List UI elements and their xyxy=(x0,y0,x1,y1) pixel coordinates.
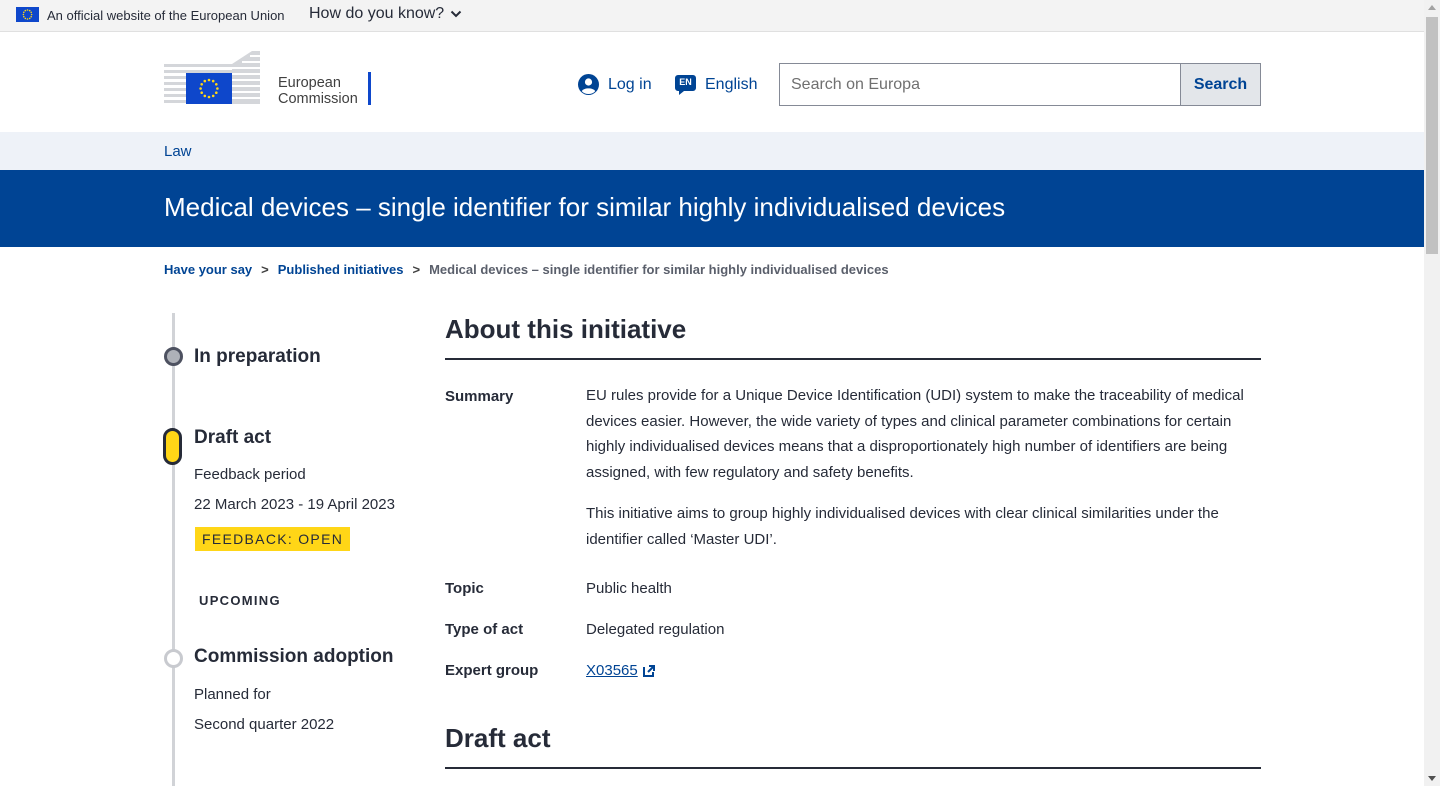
logo-divider xyxy=(368,72,371,105)
chevron-down-icon xyxy=(450,10,462,18)
external-link-icon xyxy=(642,664,655,677)
expert-group-link-text: X03565 xyxy=(586,662,638,679)
language-icon: EN xyxy=(675,74,696,95)
timeline-stage-in-preparation: In preparation xyxy=(194,346,321,367)
expert-group-link[interactable]: X03565 xyxy=(586,662,656,679)
scroll-up-arrow-icon[interactable] xyxy=(1428,5,1436,10)
european-commission-logo[interactable]: European Commission xyxy=(164,51,374,107)
timeline-stage-draft-act: Draft act xyxy=(194,427,272,448)
logo-line1: European xyxy=(278,75,341,91)
eu-official-bar: An official website of the European Unio… xyxy=(0,0,1424,32)
timeline-node-upcoming-icon xyxy=(164,649,183,668)
scrollbar[interactable] xyxy=(1424,0,1440,786)
logo-text: European Commission xyxy=(278,75,358,107)
summary-paragraph-1: EU rules provide for a Unique Device Ide… xyxy=(586,387,1244,481)
user-icon xyxy=(578,74,599,95)
breadcrumb-have-your-say[interactable]: Have your say xyxy=(164,262,252,277)
topic-value: Public health xyxy=(586,580,672,597)
timeline-node-completed-icon xyxy=(164,347,183,366)
login-label: Log in xyxy=(608,75,652,93)
timeline-line xyxy=(172,313,175,786)
official-website-text: An official website of the European Unio… xyxy=(47,8,285,23)
how-do-you-know-label: How do you know? xyxy=(309,5,445,22)
chevron-right-icon: > xyxy=(261,262,269,277)
feedback-period-dates: 22 March 2023 - 19 April 2023 xyxy=(194,496,395,513)
about-divider xyxy=(445,358,1261,360)
breadcrumb: Have your say > Published initiatives > … xyxy=(164,262,889,277)
search-input[interactable] xyxy=(779,63,1180,106)
breadcrumb-published-initiatives[interactable]: Published initiatives xyxy=(278,262,404,277)
draft-act-divider xyxy=(445,767,1261,769)
feedback-status-badge: FEEDBACK: OPEN xyxy=(195,527,351,551)
summary-paragraph-2: This initiative aims to group highly ind… xyxy=(586,505,1219,548)
page-title: Medical devices – single identifier for … xyxy=(164,192,1006,222)
language-code: EN xyxy=(679,77,692,87)
breadcrumb-current: Medical devices – single identifier for … xyxy=(429,262,889,277)
scroll-down-arrow-icon[interactable] xyxy=(1428,776,1436,781)
feedback-period-label: Feedback period xyxy=(194,466,306,483)
planned-for-label: Planned for xyxy=(194,686,271,703)
logo-wing-icon xyxy=(232,51,260,104)
logo-flag-icon xyxy=(186,73,232,104)
timeline-stage-commission-adoption: Commission adoption xyxy=(194,646,394,667)
planned-date: Second quarter 2022 xyxy=(194,716,335,733)
summary-label: Summary xyxy=(445,388,514,405)
language-label: English xyxy=(705,75,758,93)
scrollbar-thumb[interactable] xyxy=(1426,17,1438,254)
expert-group-value: X03565 xyxy=(586,662,656,679)
about-heading: About this initiative xyxy=(445,314,687,344)
topic-label: Topic xyxy=(445,580,484,597)
page-header-bar: Medical devices – single identifier for … xyxy=(0,170,1424,247)
search-form: Search xyxy=(779,63,1261,106)
language-selector[interactable]: EN English xyxy=(675,74,757,95)
draft-act-heading: Draft act xyxy=(445,723,551,753)
type-of-act-label: Type of act xyxy=(445,621,524,638)
viewport: An official website of the European Unio… xyxy=(0,0,1424,786)
timeline-node-current-icon xyxy=(163,428,182,465)
chevron-right-icon: > xyxy=(412,262,421,277)
login-link[interactable]: Log in xyxy=(578,74,652,95)
upcoming-label: UPCOMING xyxy=(199,593,281,608)
how-do-you-know-toggle[interactable]: How do you know? xyxy=(309,5,462,23)
type-of-act-value: Delegated regulation xyxy=(586,621,725,638)
site-name-link[interactable]: Law xyxy=(164,143,192,160)
logo-line2: Commission xyxy=(278,91,358,107)
site-name-bar: Law xyxy=(0,132,1424,170)
search-button[interactable]: Search xyxy=(1180,63,1261,106)
eu-flag-icon xyxy=(16,7,39,22)
expert-group-label: Expert group xyxy=(445,662,539,679)
